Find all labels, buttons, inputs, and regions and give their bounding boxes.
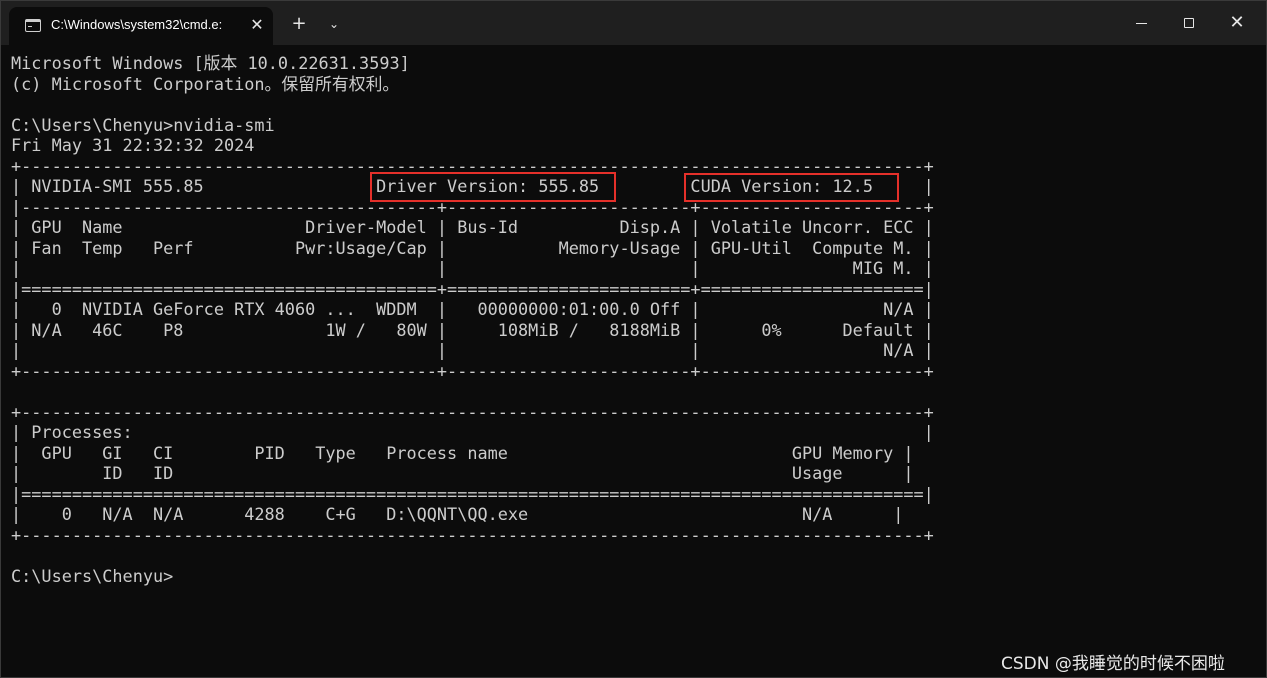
maximize-button[interactable]	[1165, 1, 1213, 45]
terminal-line: | Processes: |	[11, 422, 934, 442]
close-button[interactable]: ✕	[1213, 1, 1261, 45]
tab-title: C:\Windows\system32\cmd.e:	[51, 17, 223, 32]
terminal-line: (c) Microsoft Corporation。保留所有权利。	[11, 73, 400, 94]
watermark: CSDN @我睡觉的时候不困啦	[1001, 654, 1225, 674]
maximize-icon	[1184, 18, 1194, 28]
chevron-down-icon[interactable]: ⌄	[319, 11, 349, 37]
terminal-line: +---------------------------------------…	[11, 401, 934, 422]
terminal-line: | | | N/A |	[11, 340, 934, 360]
terminal-line: Fri May 31 22:32:32 2024	[11, 135, 255, 155]
terminal-icon	[25, 19, 41, 32]
terminal-line: |=======================================…	[11, 483, 934, 504]
title-bar[interactable]: C:\Windows\system32\cmd.e: ✕ + ⌄ ✕	[1, 1, 1266, 45]
terminal-line: +---------------------------------------…	[11, 155, 934, 176]
terminal-line: C:\Users\Chenyu>nvidia-smi	[11, 114, 275, 135]
terminal-window: C:\Windows\system32\cmd.e: ✕ + ⌄ ✕ Micro…	[0, 0, 1267, 678]
terminal-tab[interactable]: C:\Windows\system32\cmd.e: ✕	[9, 7, 273, 45]
close-icon[interactable]: ✕	[245, 13, 269, 37]
terminal-line: | 0 NVIDIA GeForce RTX 4060 ... WDDM | 0…	[11, 299, 934, 319]
terminal-line: +---------------------------------------…	[11, 524, 934, 545]
terminal-line: | GPU Name Driver-Model | Bus-Id Disp.A …	[11, 217, 934, 237]
plus-icon[interactable]: +	[284, 11, 314, 37]
close-icon: ✕	[1229, 12, 1245, 33]
terminal-output[interactable]: Microsoft Windows [版本 10.0.22631.3593] (…	[11, 53, 1251, 613]
terminal-line: |=======================================…	[11, 278, 934, 299]
terminal-line: +---------------------------------------…	[11, 360, 934, 381]
minimize-button[interactable]	[1117, 1, 1165, 45]
terminal-line: C:\Users\Chenyu>	[11, 565, 174, 586]
terminal-line: | NVIDIA-SMI 555.85 Driver Version: 555.…	[11, 176, 934, 196]
terminal-line: | 0 N/A N/A 4288 C+G D:\QQNT\QQ.exe N/A …	[11, 504, 904, 524]
terminal-line: | GPU GI CI PID Type Process name GPU Me…	[11, 442, 914, 463]
terminal-line: | N/A 46C P8 1W / 80W | 108MiB / 8188MiB…	[11, 319, 934, 340]
terminal-line: | | | MIG M. |	[11, 258, 934, 278]
minimize-icon	[1135, 22, 1147, 24]
terminal-line: | Fan Temp Perf Pwr:Usage/Cap | Memory-U…	[11, 237, 934, 258]
terminal-line: Microsoft Windows [版本 10.0.22631.3593]	[11, 53, 410, 73]
terminal-line: | ID ID Usage |	[11, 463, 914, 483]
terminal-line: |---------------------------------------…	[11, 196, 934, 217]
